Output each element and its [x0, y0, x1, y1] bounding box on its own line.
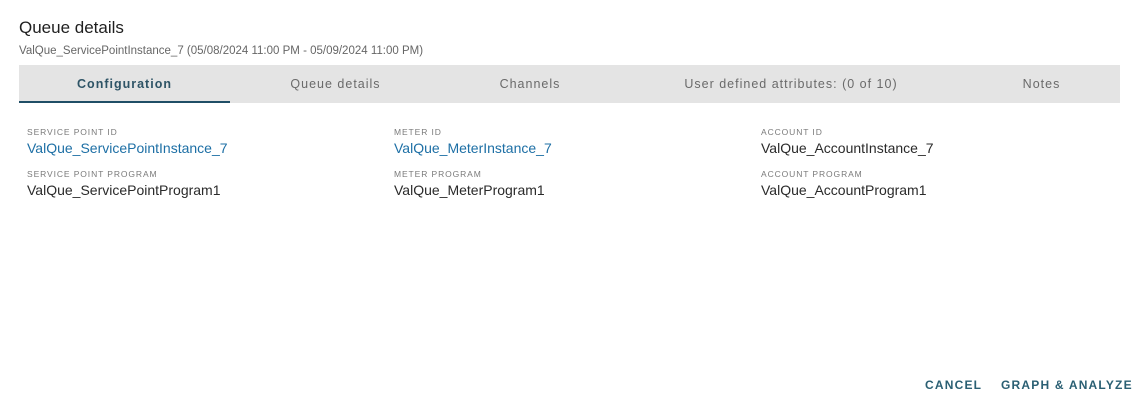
dialog-subtitle: ValQue_ServicePointInstance_7 (05/08/202…: [19, 45, 424, 57]
meter-program-value: ValQue_MeterProgram1: [394, 182, 545, 198]
meter-id-label: METER ID: [394, 127, 442, 137]
tab-queue-details[interactable]: Queue details: [230, 65, 441, 103]
tab-notes[interactable]: Notes: [963, 65, 1120, 103]
service-point-id-link[interactable]: ValQue_ServicePointInstance_7: [27, 140, 228, 156]
dialog-title: Queue details: [19, 18, 124, 37]
meter-program-label: METER PROGRAM: [394, 169, 482, 179]
queue-details-dialog: Queue details ValQue_ServicePointInstanc…: [0, 0, 1140, 405]
meter-program-field: METER PROGRAM ValQue_MeterProgram1: [394, 169, 545, 198]
service-point-program-field: SERVICE POINT PROGRAM ValQue_ServicePoin…: [27, 169, 221, 198]
meter-id-link[interactable]: ValQue_MeterInstance_7: [394, 140, 552, 156]
service-point-id-label: SERVICE POINT ID: [27, 127, 118, 137]
tab-user-defined-attributes[interactable]: User defined attributes: (0 of 10): [619, 65, 963, 103]
account-program-label: ACCOUNT PROGRAM: [761, 169, 863, 179]
meter-id-field: METER ID ValQue_MeterInstance_7: [394, 127, 552, 156]
graph-analyze-button[interactable]: GRAPH & ANALYZE: [1001, 378, 1133, 392]
account-program-value: ValQue_AccountProgram1: [761, 182, 927, 198]
service-point-id-field: SERVICE POINT ID ValQue_ServicePointInst…: [27, 127, 228, 156]
service-point-program-label: SERVICE POINT PROGRAM: [27, 169, 158, 179]
tab-configuration[interactable]: Configuration: [19, 65, 230, 103]
tab-bar: Configuration Queue details Channels Use…: [19, 65, 1120, 103]
account-id-field: ACCOUNT ID ValQue_AccountInstance_7: [761, 127, 934, 156]
account-id-value: ValQue_AccountInstance_7: [761, 140, 934, 156]
account-id-label: ACCOUNT ID: [761, 127, 823, 137]
cancel-button[interactable]: CANCEL: [925, 378, 982, 392]
tab-channels[interactable]: Channels: [441, 65, 619, 103]
service-point-program-value: ValQue_ServicePointProgram1: [27, 182, 221, 198]
account-program-field: ACCOUNT PROGRAM ValQue_AccountProgram1: [761, 169, 927, 198]
